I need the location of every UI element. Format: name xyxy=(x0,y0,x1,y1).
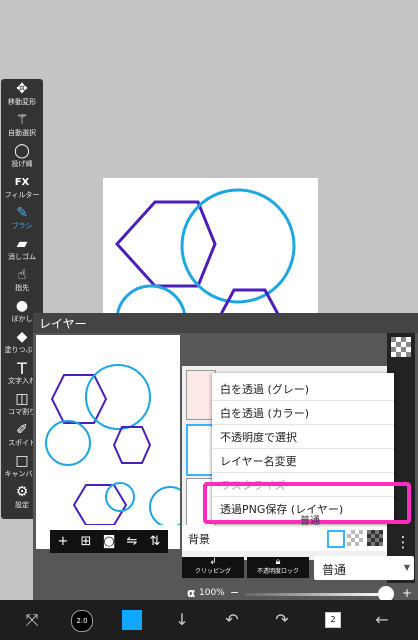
redo-icon[interactable]: ↷ xyxy=(262,600,302,640)
layer-blend-label: 普通 xyxy=(300,516,320,527)
background-layer-row[interactable]: 背景 xyxy=(182,525,387,551)
tool-eraser[interactable]: ▰ 消しゴム xyxy=(1,236,43,267)
clip-arrow-icon: ↲ xyxy=(209,557,217,567)
opacity-value: 100% xyxy=(199,588,225,598)
current-color-swatch xyxy=(122,610,142,630)
camera-icon[interactable]: ◙ xyxy=(98,530,120,553)
menu-item-select-by-opacity[interactable]: 不透明度で選択 xyxy=(212,424,394,449)
add-layer-box-icon[interactable]: ⊞ xyxy=(75,530,97,553)
lock-icon: 🔒︎ xyxy=(275,557,281,567)
blend-mode-select[interactable]: 普通 ▼ xyxy=(314,556,414,580)
fx-icon: FX xyxy=(14,177,30,188)
menu-item-white-to-transparent-gray[interactable]: 白を透過 (グレー) xyxy=(212,376,394,401)
magic-wand-icon: ⚚ xyxy=(15,112,29,128)
move-icon: ✥ xyxy=(16,81,28,97)
layer-tools-bar: + ⊞ ◙ ⇋ ⇅ xyxy=(50,530,168,553)
undo-icon[interactable]: ↶ xyxy=(212,600,252,640)
layer-panel-header[interactable]: レイヤー xyxy=(33,313,418,333)
eraser-icon: ▰ xyxy=(16,236,28,252)
layer-panel-title: レイヤー xyxy=(39,317,87,331)
tool-auto-select[interactable]: ⚚ 自動選択 xyxy=(1,112,43,143)
background-label: 背景 xyxy=(188,533,210,546)
color-picker-button[interactable] xyxy=(112,600,152,640)
alpha-symbol: α xyxy=(187,586,196,600)
bg-white-swatch[interactable] xyxy=(327,530,345,548)
rotate-icon[interactable]: ⇅ xyxy=(144,530,166,553)
tool-finger[interactable]: ☝ 指先 xyxy=(1,267,43,298)
menu-item-white-to-transparent-color[interactable]: 白を透過 (カラー) xyxy=(212,400,394,425)
layers-count: 2 xyxy=(325,612,341,628)
tool-brush[interactable]: ✎ ブラシ xyxy=(1,205,43,236)
layer-preview-thumbnail xyxy=(36,335,191,549)
brush-size-button[interactable]: 2.0 xyxy=(62,600,102,640)
preview-artwork xyxy=(45,364,191,528)
download-arrow-icon[interactable]: ↓ xyxy=(162,600,202,640)
circle-large xyxy=(180,188,296,304)
bg-dark-swatch[interactable] xyxy=(367,530,383,546)
opacity-lock-button[interactable]: 🔒︎ 不透明度ロック xyxy=(247,557,309,578)
flip-icon[interactable]: ⇋ xyxy=(121,530,143,553)
tool-move[interactable]: ✥ 移動変形 xyxy=(1,81,43,112)
bottom-toolbar: ⤧ 2.0 ↓ ↶ ↷ 2 ← xyxy=(0,600,418,640)
tool-lasso[interactable]: ◯ 投げ縄 xyxy=(1,143,43,174)
transform-icon[interactable]: ⤧ xyxy=(12,600,52,640)
chevron-down-icon: ▼ xyxy=(403,563,410,572)
bg-checker-swatch[interactable] xyxy=(347,530,363,546)
layers-count-button[interactable]: 2 xyxy=(312,600,352,640)
opacity-increase-icon[interactable]: + xyxy=(402,586,412,600)
lasso-icon: ◯ xyxy=(14,143,30,159)
clipping-button[interactable]: ↲ クリッピング xyxy=(182,557,244,578)
brush-size-value: 2.0 xyxy=(71,610,93,632)
add-layer-icon[interactable]: + xyxy=(52,530,74,553)
tool-filter[interactable]: FX フィルター xyxy=(1,174,43,205)
finger-icon: ☝ xyxy=(17,267,27,283)
brush-icon: ✎ xyxy=(16,205,28,221)
opacity-decrease-icon[interactable]: − xyxy=(230,586,239,599)
menu-item-rename-layer[interactable]: レイヤー名変更 xyxy=(212,448,394,473)
more-options-icon[interactable]: ⋮ xyxy=(393,533,413,553)
back-arrow-icon[interactable]: ← xyxy=(362,600,402,640)
opacity-slider[interactable] xyxy=(245,593,385,596)
hexagon-large xyxy=(114,200,217,288)
